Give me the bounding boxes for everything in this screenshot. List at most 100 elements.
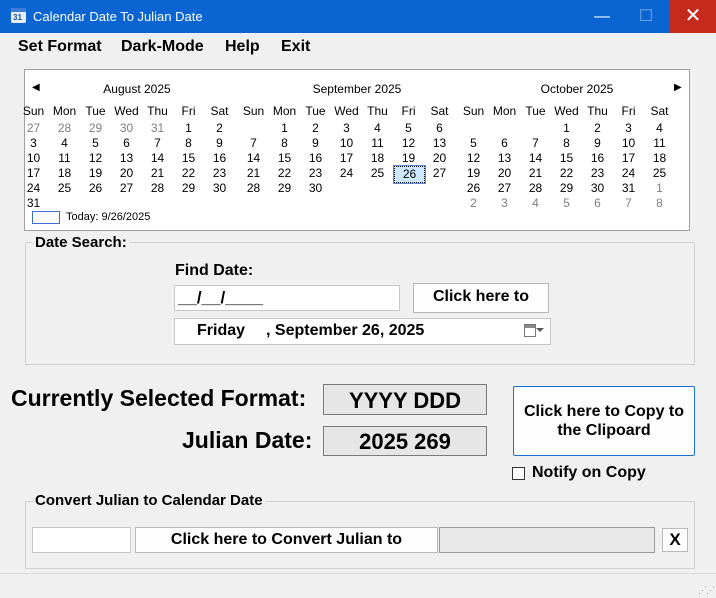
calendar-day[interactable]: 23 [582, 166, 613, 181]
find-date-button[interactable]: Click here to [413, 283, 549, 313]
resize-grip-icon[interactable]: ⋰⋰ [698, 585, 715, 596]
calendar-day[interactable]: 21 [142, 166, 173, 181]
julian-input[interactable] [32, 527, 131, 553]
calendar-day[interactable]: 1 [173, 121, 204, 136]
calendar-day[interactable]: 13 [489, 151, 520, 166]
calendar-day[interactable]: 18 [49, 166, 80, 181]
copy-to-clipboard-button[interactable]: Click here to Copy to the Clipoard [513, 386, 695, 456]
calendar-day[interactable]: 2 [300, 121, 331, 136]
calendar-day[interactable]: 3 [331, 121, 362, 136]
calendar-day[interactable]: 6 [489, 136, 520, 151]
calendar-day[interactable]: 1 [269, 121, 300, 136]
calendar-day[interactable]: 7 [613, 196, 644, 211]
calendar-day[interactable]: 11 [49, 151, 80, 166]
calendar-day[interactable]: 22 [551, 166, 582, 181]
calendar-day[interactable]: 21 [238, 166, 269, 181]
calendar-day[interactable]: 24 [331, 166, 362, 181]
calendar-day[interactable]: 17 [331, 151, 362, 166]
calendar-day[interactable]: 13 [424, 136, 455, 151]
calendar-day[interactable]: 3 [18, 136, 49, 151]
calendar-day[interactable]: 16 [204, 151, 235, 166]
calendar-day[interactable]: 11 [644, 136, 675, 151]
notify-on-copy-checkbox[interactable] [512, 467, 525, 480]
convert-julian-button[interactable]: Click here to Convert Julian to [135, 527, 438, 553]
calendar-day[interactable]: 29 [551, 181, 582, 196]
calendar-day-selected[interactable]: 26 [393, 165, 426, 184]
calendar-day[interactable]: 29 [269, 181, 300, 196]
calendar-day[interactable]: 27 [18, 121, 49, 136]
calendar-day[interactable]: 2 [204, 121, 235, 136]
calendar-day[interactable]: 23 [204, 166, 235, 181]
calendar-day[interactable]: 25 [49, 181, 80, 196]
calendar-day[interactable]: 18 [362, 151, 393, 166]
calendar-day[interactable]: 9 [204, 136, 235, 151]
calendar-day[interactable]: 30 [300, 181, 331, 196]
calendar-day[interactable]: 30 [111, 121, 142, 136]
calendar-day[interactable]: 5 [80, 136, 111, 151]
calendar-day[interactable]: 15 [173, 151, 204, 166]
calendar-day[interactable]: 26 [80, 181, 111, 196]
calendar-day[interactable]: 8 [551, 136, 582, 151]
calendar-day[interactable]: 10 [613, 136, 644, 151]
calendar-day[interactable]: 10 [18, 151, 49, 166]
calendar-day[interactable]: 7 [142, 136, 173, 151]
calendar-day[interactable]: 24 [613, 166, 644, 181]
maximize-button[interactable]: ☐ [624, 0, 668, 33]
calendar-day[interactable]: 15 [269, 151, 300, 166]
calendar-day[interactable]: 10 [331, 136, 362, 151]
calendar-day[interactable]: 5 [551, 196, 582, 211]
menu-dark-mode[interactable]: Dark-Mode [121, 38, 204, 56]
date-picker[interactable]: Friday , September 26, 2025 [174, 318, 551, 345]
calendar-day[interactable]: 26 [458, 181, 489, 196]
calendar-day[interactable]: 19 [458, 166, 489, 181]
calendar-day[interactable]: 27 [424, 166, 455, 181]
calendar-day[interactable]: 22 [269, 166, 300, 181]
calendar-day[interactable]: 29 [173, 181, 204, 196]
calendar-day[interactable]: 14 [238, 151, 269, 166]
calendar-day[interactable]: 12 [458, 151, 489, 166]
calendar-day[interactable]: 12 [80, 151, 111, 166]
calendar-day[interactable]: 21 [520, 166, 551, 181]
minimize-button[interactable]: — [580, 0, 624, 33]
calendar-day[interactable]: 7 [238, 136, 269, 151]
calendar-day[interactable]: 1 [644, 181, 675, 196]
calendar-day[interactable]: 23 [300, 166, 331, 181]
clear-button[interactable]: X [662, 528, 688, 552]
calendar-day[interactable]: 6 [582, 196, 613, 211]
calendar-day[interactable]: 4 [520, 196, 551, 211]
calendar-day[interactable]: 28 [238, 181, 269, 196]
calendar-day[interactable]: 19 [393, 151, 424, 166]
calendar-day[interactable]: 30 [582, 181, 613, 196]
find-date-input[interactable]: __/__/____ [174, 285, 400, 311]
calendar-day[interactable]: 14 [142, 151, 173, 166]
month-title[interactable]: September 2025 [252, 82, 462, 96]
calendar-day[interactable]: 9 [582, 136, 613, 151]
calendar-day[interactable]: 4 [49, 136, 80, 151]
calendar-day[interactable]: 8 [173, 136, 204, 151]
calendar-day[interactable]: 9 [300, 136, 331, 151]
calendar-day[interactable]: 3 [613, 121, 644, 136]
calendar-day[interactable]: 3 [489, 196, 520, 211]
calendar-day[interactable]: 8 [269, 136, 300, 151]
calendar-day[interactable]: 31 [18, 196, 49, 211]
calendar-day[interactable]: 4 [644, 121, 675, 136]
calendar-day[interactable]: 1 [551, 121, 582, 136]
month-title[interactable]: October 2025 [472, 82, 682, 96]
calendar-day[interactable]: 6 [111, 136, 142, 151]
calendar-day[interactable]: 31 [613, 181, 644, 196]
calendar-day[interactable]: 19 [80, 166, 111, 181]
calendar-day[interactable]: 24 [18, 181, 49, 196]
today-link[interactable]: Today: 9/26/2025 [66, 211, 150, 223]
calendar-day[interactable]: 31 [142, 121, 173, 136]
calendar-day[interactable]: 22 [173, 166, 204, 181]
calendar-day[interactable]: 11 [362, 136, 393, 151]
calendar-day[interactable]: 5 [393, 121, 424, 136]
calendar-dropdown-icon[interactable] [524, 324, 536, 337]
calendar-day[interactable]: 13 [111, 151, 142, 166]
calendar-day[interactable]: 12 [393, 136, 424, 151]
calendar-day[interactable]: 18 [644, 151, 675, 166]
calendar-day[interactable]: 30 [204, 181, 235, 196]
menu-help[interactable]: Help [225, 38, 260, 56]
calendar-day[interactable]: 20 [111, 166, 142, 181]
calendar-day[interactable]: 5 [458, 136, 489, 151]
